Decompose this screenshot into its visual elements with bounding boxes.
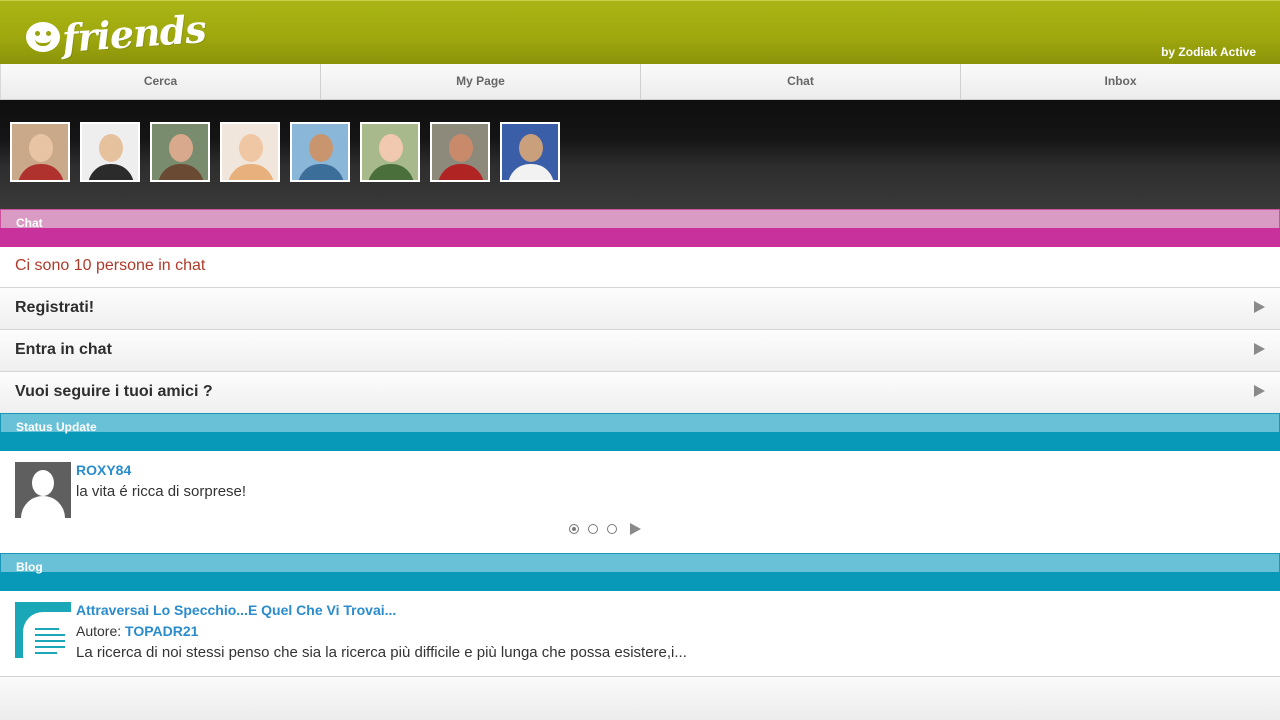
section-title: Chat: [0, 209, 1280, 230]
author-link[interactable]: TOPADR21: [125, 623, 198, 639]
member-avatar-strip: [0, 100, 1280, 209]
blog-post-title-link[interactable]: Attraversai Lo Specchio...E Quel Che Vi …: [76, 602, 396, 618]
tab-cerca[interactable]: Cerca: [0, 64, 320, 99]
byline: by Zodiak Active: [1161, 45, 1256, 59]
tab-inbox[interactable]: Inbox: [960, 64, 1280, 99]
app-header: friends by Zodiak Active: [0, 0, 1280, 64]
footer-bar: [0, 676, 1280, 720]
blog-section-header: Blog: [0, 553, 1280, 591]
row-label: Registrati!: [15, 299, 95, 316]
chat-count-text: Ci sono 10 persone in chat: [15, 257, 206, 274]
chat-section-header: Chat: [0, 209, 1280, 247]
friends-logo[interactable]: friends: [26, 6, 207, 60]
seguire-amici-row[interactable]: Vuoi seguire i tuoi amici ?: [0, 371, 1280, 413]
smiley-icon: [26, 22, 60, 52]
avatar[interactable]: [80, 122, 140, 182]
status-username-link[interactable]: ROXY84: [76, 462, 131, 478]
chevron-right-icon: [1254, 301, 1265, 313]
chevron-right-icon: [1254, 343, 1265, 355]
row-label: Entra in chat: [15, 341, 112, 358]
main-tabs: Cerca My Page Chat Inbox: [0, 64, 1280, 100]
avatar[interactable]: [500, 122, 560, 182]
blog-author-line: Autore: TOPADR21: [76, 623, 198, 639]
next-arrow-icon[interactable]: [630, 523, 641, 535]
avatar[interactable]: [220, 122, 280, 182]
avatar[interactable]: [10, 122, 70, 182]
avatar[interactable]: [360, 122, 420, 182]
avatar[interactable]: [15, 462, 71, 518]
section-title: Status Update: [0, 413, 1280, 434]
registrati-row[interactable]: Registrati!: [0, 287, 1280, 329]
tab-chat[interactable]: Chat: [640, 64, 960, 99]
avatar[interactable]: [430, 122, 490, 182]
status-text: la vita é ricca di sorprese!: [76, 483, 247, 500]
section-title: Blog: [0, 553, 1280, 574]
entra-in-chat-row[interactable]: Entra in chat: [0, 329, 1280, 371]
pager-dot-3[interactable]: [607, 524, 617, 534]
blog-post-icon: [15, 602, 71, 658]
blog-excerpt: La ricerca di noi stessi penso che sia l…: [76, 644, 687, 661]
author-label: Autore:: [76, 623, 122, 639]
row-label: Vuoi seguire i tuoi amici ?: [15, 383, 213, 400]
tab-my-page[interactable]: My Page: [320, 64, 640, 99]
pager-dot-2[interactable]: [588, 524, 598, 534]
avatar[interactable]: [290, 122, 350, 182]
pager-dot-1[interactable]: [569, 524, 579, 534]
logo-text: friends: [60, 5, 207, 61]
avatar[interactable]: [150, 122, 210, 182]
avatar-list: [10, 122, 560, 182]
status-pager: [569, 523, 641, 535]
chevron-right-icon: [1254, 385, 1265, 397]
status-update-section-header: Status Update: [0, 413, 1280, 451]
